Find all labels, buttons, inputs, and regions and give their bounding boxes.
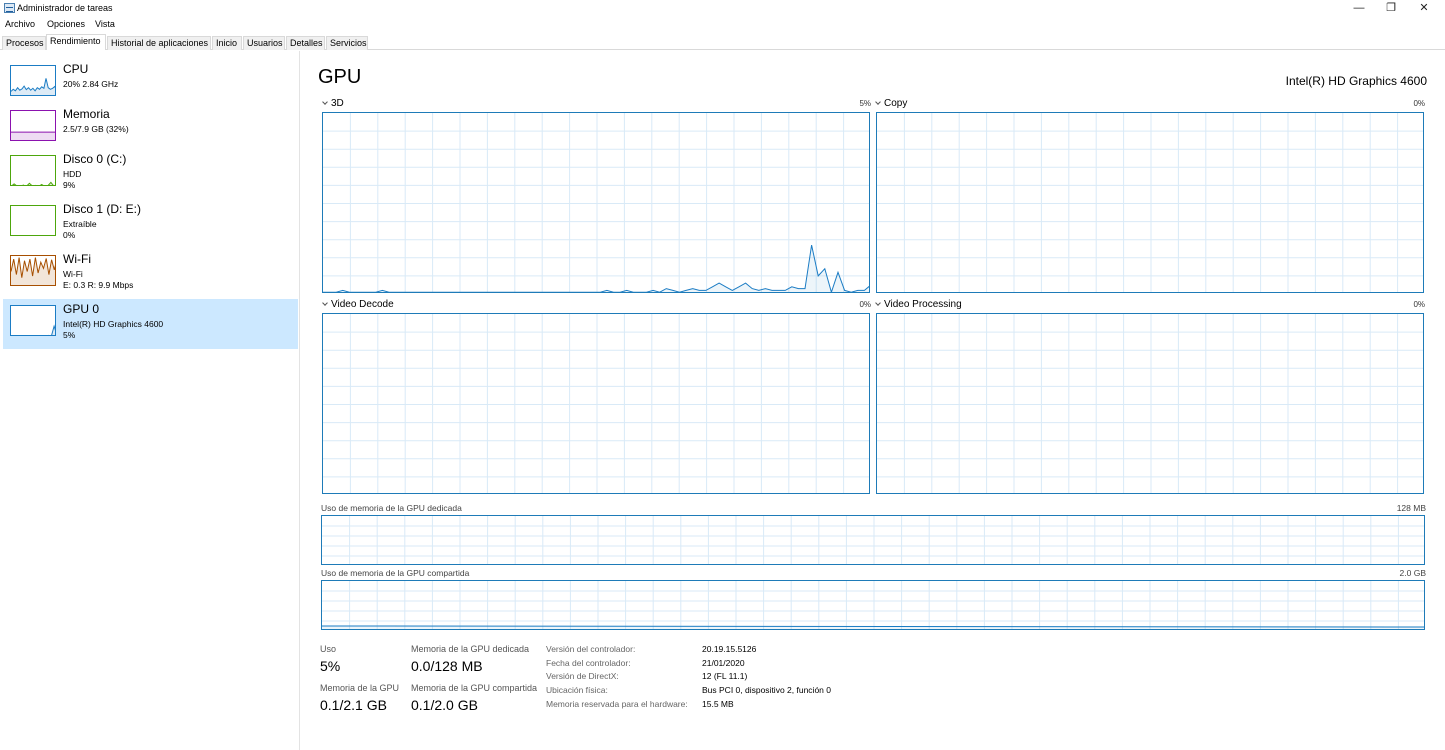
window-title: Administrador de tareas (17, 3, 113, 13)
gpu-model-name: Intel(R) HD Graphics 4600 (1285, 74, 1427, 88)
engine-selector-video-decode[interactable]: Video Decode (321, 299, 394, 310)
sidebar-item-usage: 9% (63, 180, 76, 190)
usage-value: 5% (320, 658, 341, 674)
engine-selector-copy[interactable]: Copy (874, 98, 907, 109)
sidebar-item-detail: Intel(R) HD Graphics 4600 (63, 319, 164, 329)
resource-sidebar: CPU 20% 2.84 GHz Memoria 2.5/7.9 GB (32%… (0, 51, 300, 750)
shared-memory-label: Uso de memoria de la GPU compartida (321, 568, 470, 578)
sidebar-item-title: Memoria (63, 107, 110, 121)
graph-3d (322, 112, 870, 293)
sidebar-item-disco-0[interactable]: Disco 0 (C:) HDD 9% (3, 149, 298, 197)
menu-vista[interactable]: Vista (95, 19, 115, 29)
shared-memory-value: 0.1/2.0 GB (411, 697, 478, 713)
graph-dedicated-memory (321, 515, 1425, 565)
tab-historial[interactable]: Historial de aplicaciones (107, 36, 211, 50)
hardware-reserved-memory: 15.5 MB (702, 699, 734, 709)
sidebar-item-title: Disco 1 (D: E:) (63, 202, 142, 216)
driver-date: 21/01/2020 (702, 658, 745, 668)
sidebar-item-gpu-0[interactable]: GPU 0 Intel(R) HD Graphics 4600 5% (3, 299, 298, 349)
stat-label: Uso (320, 644, 337, 654)
thumbnail-fill (51, 326, 55, 335)
engine-selector-video-processing[interactable]: Video Processing (874, 299, 962, 310)
engine-label: Video Processing (884, 299, 962, 310)
sidebar-item-title: GPU 0 (63, 302, 100, 316)
close-button[interactable]: ✕ (1408, 0, 1440, 17)
sidebar-item-detail: 20% 2.84 GHz (63, 79, 119, 89)
wifi-thumbnail (10, 255, 56, 286)
disk-thumbnail (10, 205, 56, 236)
sidebar-item-detail: HDD (63, 169, 82, 179)
sidebar-item-usage: 0% (63, 230, 76, 240)
sidebar-item-disco-1[interactable]: Disco 1 (D: E:) Extraíble 0% (3, 199, 298, 247)
engine-selector-3d[interactable]: 3D (321, 98, 344, 109)
engine-pct: 5% (859, 99, 871, 108)
graph-video-processing (876, 313, 1424, 494)
task-manager-icon (4, 3, 15, 13)
menu-archivo[interactable]: Archivo (5, 19, 35, 29)
engine-label: Video Decode (331, 299, 394, 310)
dedicated-memory-label: Uso de memoria de la GPU dedicada (321, 503, 462, 513)
graph-video-decode (322, 313, 870, 494)
dedicated-memory-max: 128 MB (1396, 503, 1426, 513)
tab-rendimiento[interactable]: Rendimiento (46, 34, 106, 50)
chevron-down-icon (875, 99, 881, 105)
shared-memory-fill (322, 626, 1424, 629)
engine-pct: 0% (1413, 300, 1425, 309)
sidebar-item-detail: Extraíble (63, 219, 97, 229)
info-label: Fecha del controlador: (546, 658, 631, 668)
engine-pct: 0% (859, 300, 871, 309)
shared-memory-max: 2.0 GB (1399, 568, 1426, 578)
physical-location: Bus PCI 0, dispositivo 2, función 0 (702, 685, 831, 695)
menu-opciones[interactable]: Opciones (47, 19, 85, 29)
tab-servicios[interactable]: Servicios (326, 36, 368, 50)
driver-version: 20.19.15.5126 (702, 644, 757, 654)
engine-pct: 0% (1413, 99, 1425, 108)
sidebar-item-detail: 2.5/7.9 GB (32%) (63, 124, 129, 134)
page-title: GPU (318, 66, 362, 88)
sidebar-item-cpu[interactable]: CPU 20% 2.84 GHz (3, 59, 298, 107)
sidebar-item-title: CPU (63, 62, 89, 76)
chevron-down-icon (322, 300, 328, 306)
stat-label: Memoria de la GPU (320, 683, 400, 693)
gpu-performance-panel: GPU Intel(R) HD Graphics 4600 3D 5% Copy… (301, 51, 1445, 750)
sidebar-item-usage: 5% (63, 330, 76, 340)
info-label: Memoria reservada para el hardware: (546, 699, 688, 709)
engine-label: Copy (884, 98, 908, 109)
sidebar-item-title: Wi-Fi (63, 252, 91, 266)
tab-bar: Procesos Rendimiento Historial de aplica… (0, 34, 1445, 50)
stat-label: Memoria de la GPU compartida (411, 683, 538, 693)
sidebar-item-memoria[interactable]: Memoria 2.5/7.9 GB (32%) (3, 104, 298, 152)
title-bar: Administrador de tareas — ❐ ✕ (0, 0, 1445, 17)
minimize-button[interactable]: — (1343, 0, 1375, 17)
tab-inicio[interactable]: Inicio (212, 36, 242, 50)
dedicated-memory-value: 0.0/128 MB (411, 658, 483, 674)
info-label: Ubicación física: (546, 685, 608, 695)
thumbnail-fill (11, 132, 55, 140)
chevron-down-icon (322, 99, 328, 105)
sidebar-item-usage: E: 0.3 R: 9.9 Mbps (63, 280, 134, 290)
maximize-button[interactable]: ❐ (1375, 0, 1407, 17)
sidebar-item-wifi[interactable]: Wi-Fi Wi-Fi E: 0.3 R: 9.9 Mbps (3, 249, 298, 297)
directx-version: 12 (FL 11.1) (702, 671, 748, 681)
stat-label: Memoria de la GPU dedicada (411, 644, 530, 654)
tab-detalles[interactable]: Detalles (286, 36, 325, 50)
tab-procesos[interactable]: Procesos (2, 36, 46, 50)
thumbnail-line (48, 324, 55, 335)
graph-copy (876, 112, 1424, 293)
sidebar-item-title: Disco 0 (C:) (63, 152, 127, 166)
thumbnail-line (11, 181, 55, 185)
sidebar-item-detail: Wi-Fi (63, 269, 83, 279)
disk-thumbnail (10, 155, 56, 186)
chevron-down-icon (875, 300, 881, 306)
info-label: Versión de DirectX: (546, 671, 619, 681)
graph-shared-memory (321, 580, 1425, 630)
gpu-thumbnail (10, 305, 56, 336)
engine-label: 3D (331, 98, 344, 109)
memory-thumbnail (10, 110, 56, 141)
gpu-memory-value: 0.1/2.1 GB (320, 697, 387, 713)
cpu-thumbnail (10, 65, 56, 96)
info-label: Versión del controlador: (546, 644, 636, 654)
tab-usuarios[interactable]: Usuarios (243, 36, 285, 50)
